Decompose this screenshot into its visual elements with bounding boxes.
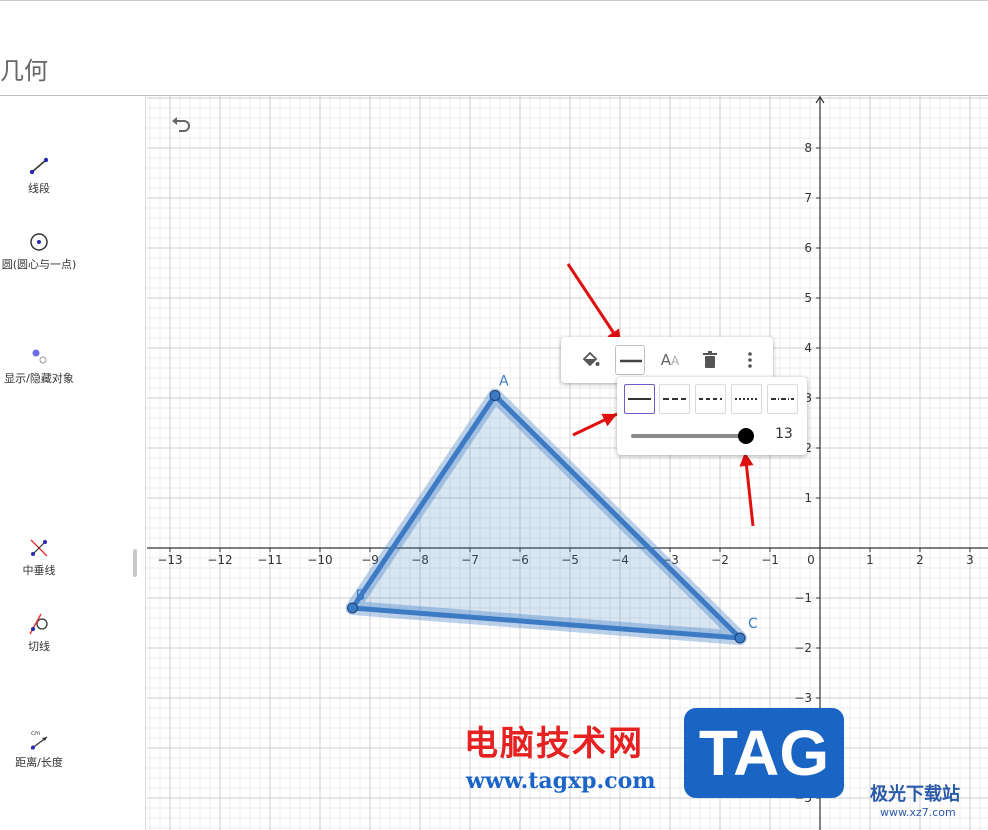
- more-icon: [748, 352, 752, 368]
- point-C[interactable]: [734, 632, 746, 644]
- y-tick-label: 4: [804, 341, 812, 355]
- y-tick-label: 5: [804, 291, 812, 305]
- point-B[interactable]: [347, 602, 358, 614]
- y-tick-label: 7: [804, 191, 812, 205]
- tool-segment[interactable]: 线段: [0, 154, 78, 196]
- x-tick-label: −11: [257, 553, 282, 567]
- point-label-C: C: [748, 616, 758, 632]
- x-tick-label: −12: [207, 553, 232, 567]
- y-tick-label: −1: [794, 591, 812, 605]
- x-tick-label: −1: [761, 553, 779, 567]
- tool-label: 显示/隐藏对象: [4, 372, 74, 385]
- tool-circle[interactable]: 圆(圆心与一点): [0, 230, 78, 272]
- more-options-button[interactable]: [735, 345, 765, 375]
- tool-perpendicular-bisector[interactable]: 中垂线: [0, 536, 78, 578]
- tool-show-hide[interactable]: 显示/隐藏对象: [0, 344, 78, 386]
- line-style-dashed-long[interactable]: [659, 384, 690, 414]
- thickness-value: 13: [775, 426, 793, 442]
- line-style-dotted[interactable]: [731, 384, 762, 414]
- watermark-tag-text: TAG: [698, 717, 830, 789]
- x-tick-label: 2: [916, 553, 924, 567]
- top-bar: 几何: [0, 0, 988, 96]
- thickness-slider-handle[interactable]: [738, 428, 754, 444]
- line-style-solid[interactable]: [624, 384, 655, 414]
- watermark-url: www.tagxp.com: [466, 768, 656, 794]
- y-tick-label: −3: [794, 691, 812, 705]
- y-tick-label: 1: [804, 491, 812, 505]
- distance-length-icon: cm: [30, 730, 48, 750]
- watermark-site-name: 极光下载站: [870, 784, 960, 805]
- tool-label: 中垂线: [22, 564, 56, 577]
- point-A[interactable]: [489, 390, 501, 401]
- watermark-cn-text: 电脑技术网: [464, 724, 644, 764]
- x-tick-label: −10: [307, 553, 332, 567]
- fill-color-icon: [582, 351, 600, 367]
- tool-label: 圆(圆心与一点): [1, 258, 77, 271]
- watermark-site-url: www.xz7.com: [880, 806, 956, 819]
- label-style-text: A: [660, 351, 672, 369]
- y-tick-label: 6: [804, 241, 812, 255]
- undo-icon[interactable]: [169, 112, 193, 136]
- tool-label: 线段: [28, 182, 50, 195]
- y-tick-label: 8: [804, 141, 812, 155]
- tool-tangent[interactable]: 切线: [0, 612, 78, 654]
- segment-icon: [29, 157, 49, 175]
- point-label-B: B: [356, 588, 366, 604]
- thickness-slider-track[interactable]: [631, 434, 747, 438]
- line-style-button[interactable]: [615, 345, 645, 375]
- tangent-icon: [29, 613, 48, 635]
- watermark: 电脑技术网 www.tagxp.com TAG 极光下载站 www.xz7.co…: [462, 706, 988, 830]
- x-tick-label: 3: [966, 553, 974, 567]
- x-tick-label: −13: [157, 553, 182, 567]
- fill-color-button[interactable]: [575, 345, 605, 375]
- tool-label: 距离/长度: [15, 756, 63, 769]
- circle-center-point-icon: [30, 233, 48, 251]
- line-style-dash-dot[interactable]: [767, 384, 798, 414]
- line-style-icon: [620, 359, 642, 363]
- svg-text:cm: cm: [31, 730, 40, 737]
- label-style-small: A: [671, 354, 680, 368]
- tool-distance-length[interactable]: cm 距离/长度: [0, 728, 78, 770]
- x-tick-label: −2: [711, 553, 729, 567]
- x-tick-label: 0: [807, 553, 815, 567]
- delete-button[interactable]: [695, 345, 725, 375]
- panel-resize-handle[interactable]: [133, 549, 137, 577]
- tool-label: 切线: [28, 640, 50, 653]
- tool-panel: 线段 圆(圆心与一点) 显示/隐藏对象 中垂线 切线 cm 距离/长度: [0, 96, 146, 830]
- app-title: 几何: [0, 57, 48, 85]
- delete-icon: [703, 351, 717, 368]
- x-tick-label: 1: [866, 553, 874, 567]
- point-label-A: A: [499, 374, 509, 390]
- watermark-tag-logo: TAG: [684, 708, 844, 798]
- y-tick-label: −2: [794, 641, 812, 655]
- label-style-button[interactable]: AA: [655, 345, 685, 375]
- show-hide-object-icon: [32, 349, 47, 364]
- perpendicular-bisector-icon: [30, 539, 48, 557]
- line-style-dashed-short[interactable]: [695, 384, 726, 414]
- line-style-popup: 13: [617, 377, 807, 455]
- red-arrow-shaft: [566, 263, 623, 345]
